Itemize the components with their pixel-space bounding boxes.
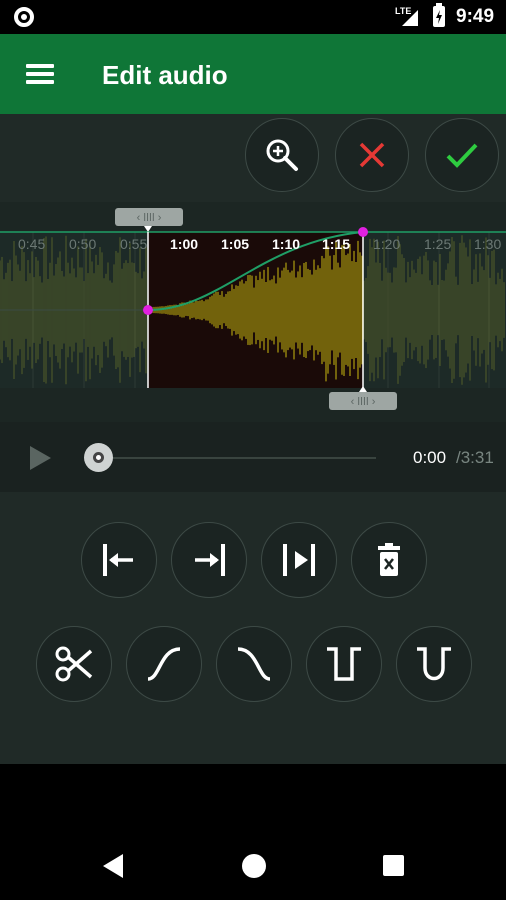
time-label: 1:05	[221, 236, 249, 252]
delete-icon	[378, 543, 400, 576]
back-icon[interactable]	[103, 854, 123, 878]
current-time: 0:00	[413, 448, 447, 467]
trim-start-icon	[103, 544, 133, 576]
end-handle[interactable]: ‹ ǀǀǀǀ ›	[329, 386, 397, 410]
app-bar: Edit audio	[0, 34, 506, 114]
confirm-button[interactable]	[425, 118, 499, 192]
time-label: 0:55	[120, 236, 147, 252]
fade-in-button[interactable]	[126, 626, 202, 702]
cut-button[interactable]	[36, 626, 112, 702]
signal-icon	[402, 10, 418, 26]
time-label: 1:00	[170, 236, 198, 252]
cancel-button[interactable]	[335, 118, 409, 192]
time-label: 0:50	[69, 236, 96, 252]
fade-out-button[interactable]	[216, 626, 292, 702]
trim-end-button[interactable]	[171, 522, 247, 598]
time-label: 1:10	[272, 236, 300, 252]
total-time: /3:31	[456, 448, 494, 467]
svg-text:‹ ǀǀǀǀ ›: ‹ ǀǀǀǀ ›	[137, 212, 162, 224]
system-nav-bar	[0, 764, 506, 900]
time-label: 1:15	[322, 236, 350, 252]
play-icon[interactable]	[30, 446, 51, 470]
close-icon	[359, 142, 385, 168]
action-toolbar	[0, 114, 506, 202]
trim-end-icon	[195, 544, 225, 576]
silence-button[interactable]	[306, 626, 382, 702]
status-bar: LTE 9:49	[0, 0, 506, 34]
delete-button[interactable]	[351, 522, 427, 598]
fade-end-point[interactable]	[358, 227, 368, 237]
volume-dip-icon	[417, 647, 451, 681]
zoom-in-button[interactable]	[245, 118, 319, 192]
trim-start-button[interactable]	[81, 522, 157, 598]
hamburger-menu-icon[interactable]	[26, 64, 54, 84]
waveform-svg[interactable]: 0:45 0:50 0:55 1:00 1:05 1:10 1:15 1:20 1:25 1:30…	[0, 202, 506, 422]
home-icon[interactable]	[242, 854, 266, 878]
notification-icon	[14, 7, 34, 27]
time-label: 1:20	[373, 236, 400, 252]
scissors-icon	[55, 646, 93, 682]
status-time: 9:49	[456, 6, 495, 27]
time-label: 1:25	[424, 236, 451, 252]
volume-dip-button[interactable]	[396, 626, 472, 702]
time-label: 1:30	[474, 236, 501, 252]
zoom-in-icon	[266, 139, 298, 171]
player-bar: 0:00 /3:31	[0, 422, 506, 492]
silence-icon	[327, 647, 361, 681]
edit-tools	[0, 492, 506, 764]
seek-thumb[interactable]	[84, 443, 113, 472]
fade-in-icon	[147, 647, 181, 681]
recents-icon[interactable]	[383, 855, 404, 876]
battery-charging-icon	[433, 3, 445, 27]
time-label: 0:45	[18, 236, 45, 252]
svg-text:‹ ǀǀǀǀ ›: ‹ ǀǀǀǀ ›	[351, 396, 376, 408]
page-title: Edit audio	[102, 60, 228, 90]
waveform-editor[interactable]: 0:45 0:50 0:55 1:00 1:05 1:10 1:15 1:20 1:25 1:30…	[0, 202, 506, 422]
fade-out-icon	[237, 647, 271, 681]
trim-both-icon	[283, 544, 315, 576]
fade-start-point[interactable]	[143, 305, 153, 315]
start-handle[interactable]: ‹ ǀǀǀǀ ›	[115, 208, 183, 232]
trim-both-button[interactable]	[261, 522, 337, 598]
seek-bar[interactable]	[98, 457, 376, 459]
check-icon	[446, 143, 478, 168]
